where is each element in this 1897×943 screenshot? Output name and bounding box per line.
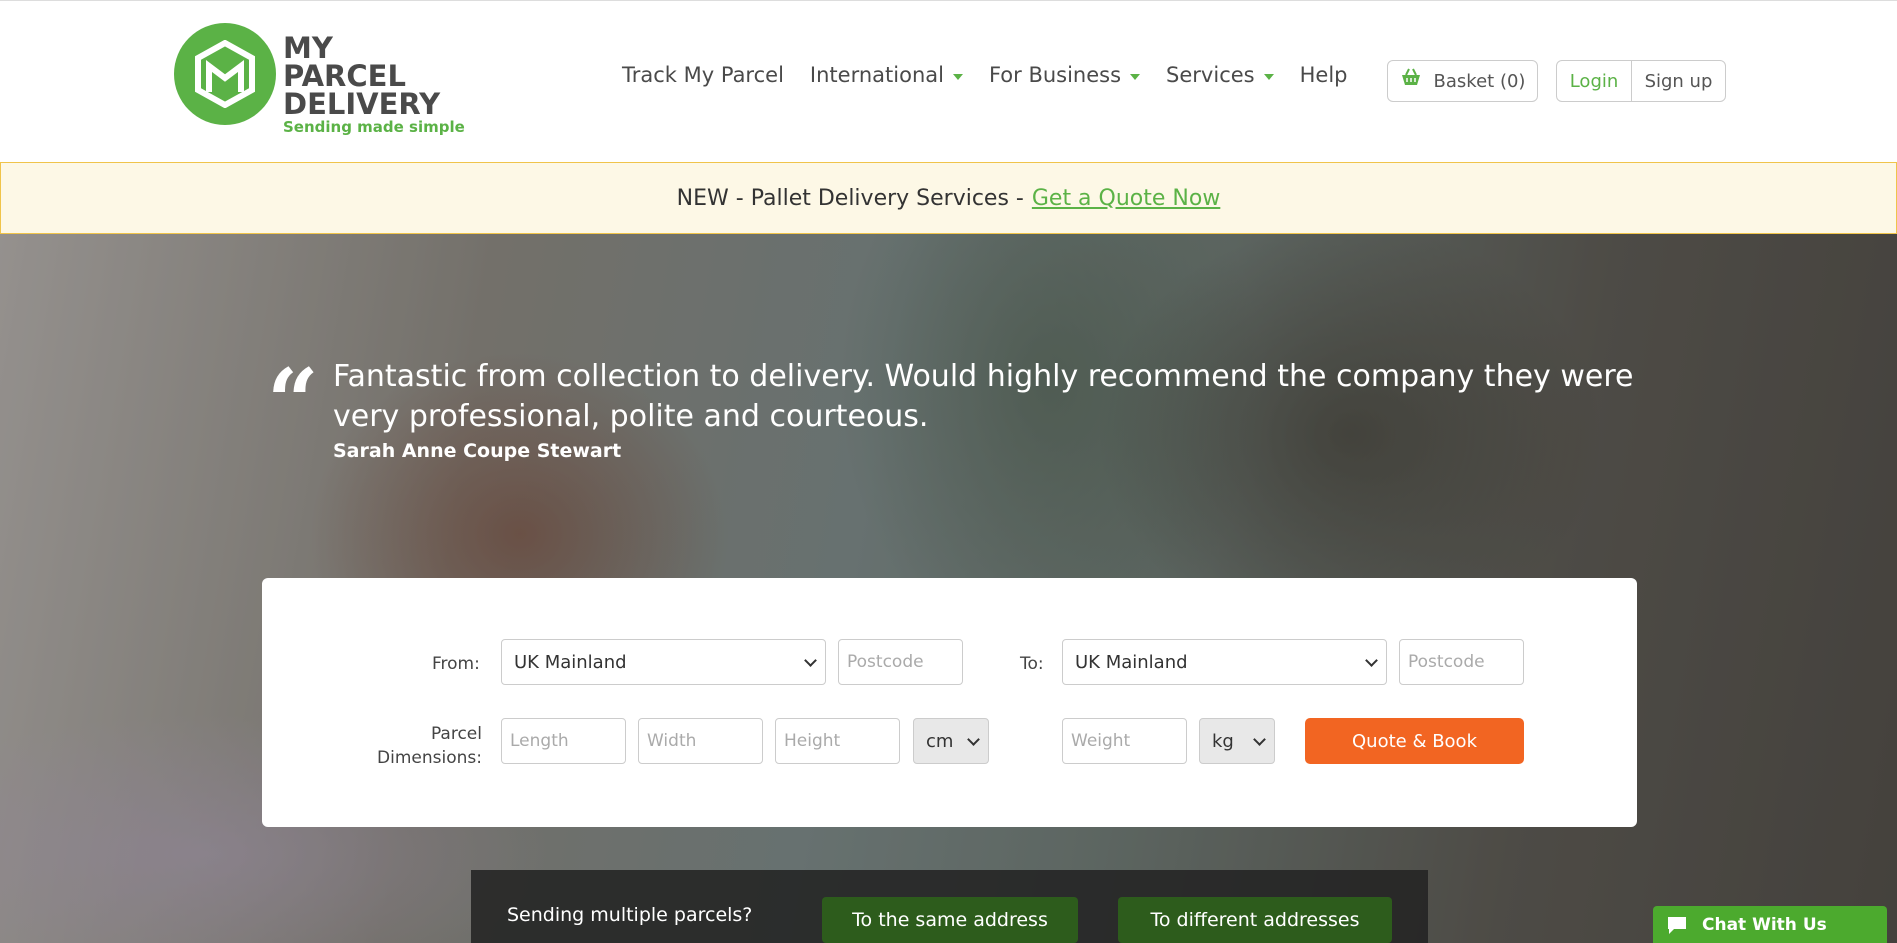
- chat-bubble-icon: [1668, 916, 1686, 934]
- site-header: MY PARCEL DELIVERY Sending made simple T…: [0, 0, 1897, 162]
- dimension-unit-select[interactable]: cm: [913, 718, 989, 764]
- chat-widget-button[interactable]: Chat With Us: [1653, 906, 1887, 943]
- brand-logo[interactable]: MY PARCEL DELIVERY Sending made simple: [174, 23, 474, 143]
- dimensions-label: Parcel Dimensions:: [362, 722, 482, 770]
- to-label: To:: [1020, 654, 1044, 674]
- basket-icon: [1401, 68, 1420, 85]
- from-label: From:: [432, 654, 480, 674]
- caret-down-icon: [1263, 73, 1274, 80]
- basket-label: Basket (0): [1433, 70, 1526, 92]
- to-postcode-placeholder: Postcode: [1408, 652, 1485, 672]
- weight-placeholder: Weight: [1071, 731, 1131, 751]
- chat-label: Chat With Us: [1702, 914, 1827, 935]
- nav-international[interactable]: International: [810, 63, 963, 87]
- login-button[interactable]: Login: [1557, 61, 1632, 101]
- same-address-button[interactable]: To the same address: [822, 897, 1078, 943]
- width-input[interactable]: Width: [638, 718, 763, 764]
- length-input[interactable]: Length: [501, 718, 626, 764]
- weight-input[interactable]: Weight: [1062, 718, 1187, 764]
- nav-label: Services: [1166, 63, 1255, 87]
- from-country-select[interactable]: UK Mainland: [501, 639, 826, 685]
- banner-text: NEW - Pallet Delivery Services -: [676, 185, 1024, 211]
- nav-label: For Business: [988, 63, 1122, 87]
- quote-form: From: UK Mainland Postcode To: UK Mainla…: [262, 578, 1637, 827]
- brand-line-1: MY: [283, 31, 333, 65]
- multiple-parcels-label: Sending multiple parcels?: [507, 904, 753, 926]
- from-country-value: UK Mainland: [514, 651, 627, 673]
- auth-group: Login Sign up: [1556, 60, 1726, 102]
- dimensions-label-line1: Parcel: [430, 724, 482, 744]
- quote-mark-icon: “: [267, 349, 319, 455]
- brand-line-2: PARCEL: [283, 59, 406, 93]
- from-postcode-input[interactable]: Postcode: [838, 639, 963, 685]
- banner-quote-link[interactable]: Get a Quote Now: [1032, 186, 1220, 211]
- brand-tagline: Sending made simple: [283, 118, 465, 136]
- nav-label: International: [809, 63, 944, 87]
- weight-unit-select[interactable]: kg: [1199, 718, 1275, 764]
- nav-for-business[interactable]: For Business: [988, 63, 1141, 87]
- promo-banner: NEW - Pallet Delivery Services - Get a Q…: [0, 162, 1897, 234]
- logo-mark-icon: [174, 23, 276, 125]
- width-placeholder: Width: [647, 731, 697, 751]
- nav-services[interactable]: Services: [1166, 63, 1274, 87]
- signup-button[interactable]: Sign up: [1632, 61, 1725, 101]
- height-input[interactable]: Height: [775, 718, 900, 764]
- testimonial-author: Sarah Anne Coupe Stewart: [333, 440, 622, 462]
- weight-unit-value: kg: [1212, 730, 1234, 752]
- height-placeholder: Height: [784, 731, 841, 751]
- dimension-unit-value: cm: [926, 730, 954, 752]
- different-addresses-button[interactable]: To different addresses: [1118, 897, 1392, 943]
- nav-label: Track My Parcel: [622, 63, 784, 87]
- nav-label: Help: [1299, 63, 1348, 87]
- from-postcode-placeholder: Postcode: [847, 652, 924, 672]
- caret-down-icon: [952, 73, 963, 80]
- to-country-select[interactable]: UK Mainland: [1062, 639, 1387, 685]
- dimensions-label-line2: Dimensions:: [377, 748, 482, 768]
- quote-and-book-button[interactable]: Quote & Book: [1305, 718, 1524, 764]
- caret-down-icon: [1130, 73, 1141, 80]
- main-nav: Track My Parcel International For Busine…: [622, 63, 1374, 87]
- basket-button[interactable]: Basket (0): [1387, 60, 1538, 102]
- brand-line-3: DELIVERY: [283, 87, 441, 121]
- nav-track-my-parcel[interactable]: Track My Parcel: [622, 63, 784, 87]
- nav-help[interactable]: Help: [1300, 63, 1348, 87]
- length-placeholder: Length: [510, 731, 569, 751]
- hero-section: “ Fantastic from collection to delivery.…: [0, 234, 1897, 943]
- testimonial-quote: Fantastic from collection to delivery. W…: [333, 359, 1634, 434]
- to-country-value: UK Mainland: [1075, 651, 1188, 673]
- to-postcode-input[interactable]: Postcode: [1399, 639, 1524, 685]
- brand-name: MY PARCEL DELIVERY: [283, 31, 441, 121]
